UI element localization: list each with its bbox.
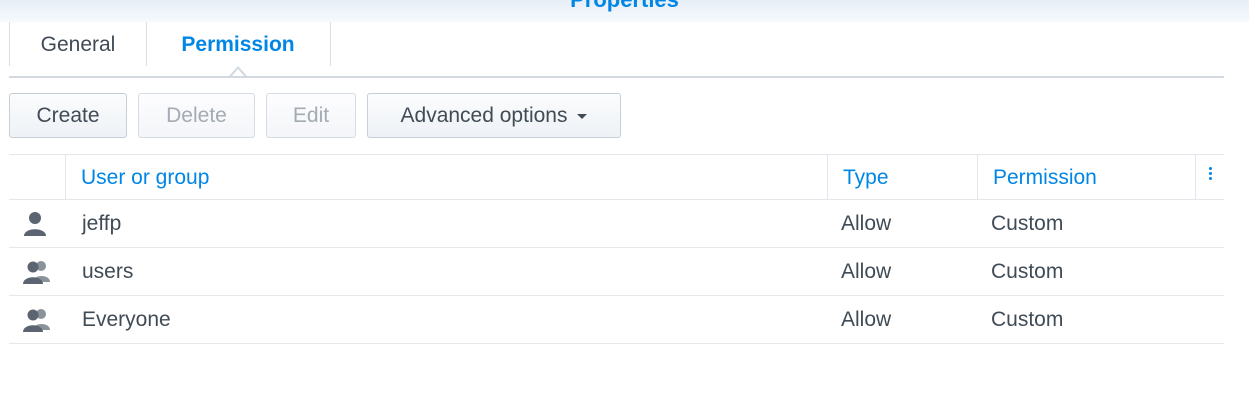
header-icon-column [9,155,65,199]
row-permission: Custom [991,212,1064,235]
row-name: jeffp [82,212,122,235]
tab-permission[interactable]: Permission [146,22,331,66]
row-type: Allow [841,260,892,283]
group-icon [21,248,53,295]
column-menu-button[interactable] [1195,155,1224,199]
row-permission: Custom [991,308,1064,331]
column-header-permission[interactable]: Permission [977,155,1195,199]
create-button[interactable]: Create [9,93,127,138]
advanced-options-label: Advanced options [400,104,568,127]
tab-general[interactable]: General [9,22,147,66]
row-type: Allow [841,212,892,235]
column-header-type[interactable]: Type [827,155,977,199]
dialog-titlebar: Properties [0,0,1249,22]
row-name: users [82,260,134,283]
active-tab-indicator [229,66,247,77]
edit-button[interactable]: Edit [266,93,356,138]
more-vertical-icon [1208,165,1212,182]
column-header-user-or-group[interactable]: User or group [65,155,827,199]
dialog-title: Properties [0,0,1249,13]
advanced-options-button[interactable]: Advanced options [367,93,621,138]
row-name: Everyone [82,308,171,331]
tab-divider [9,76,1224,78]
group-icon [21,296,53,343]
tab-bar: General Permission [9,22,1224,78]
table-header: User or group Type Permission [9,154,1224,200]
delete-button[interactable]: Delete [138,93,255,138]
user-icon [21,200,53,247]
chevron-down-icon [577,113,588,119]
row-type: Allow [841,308,892,331]
table-row[interactable]: jeffp Allow Custom [9,200,1224,248]
table-row[interactable]: users Allow Custom [9,248,1224,296]
row-permission: Custom [991,260,1064,283]
table-row[interactable]: Everyone Allow Custom [9,296,1224,344]
